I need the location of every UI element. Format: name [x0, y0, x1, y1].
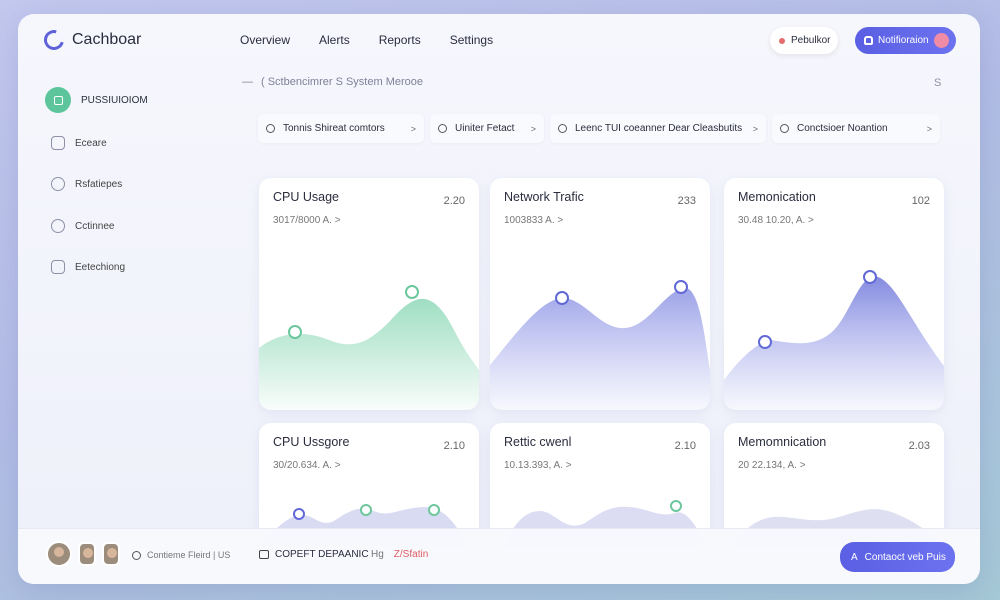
notifications-button-label: Notifioraion [878, 35, 929, 46]
status-button[interactable]: Pebulkor [770, 27, 838, 54]
status-button-label: Pebulkor [791, 35, 831, 46]
metric-card[interactable]: Memomnication 2.03 20 22.134, A. > [724, 423, 944, 543]
dashboard-icon [45, 87, 71, 113]
globe-icon [132, 550, 141, 560]
filter-chip-label: Conctsioer Noantion [797, 123, 888, 134]
document-label: COPEFT DEPAANIC [275, 549, 369, 560]
nav-overview[interactable]: Overview [240, 33, 290, 47]
card-value: 2.03 [908, 440, 930, 452]
card-value: 102 [911, 195, 930, 207]
nav-alerts[interactable]: Alerts [319, 33, 350, 47]
signature-area: Hg Z/Sfatin [371, 549, 428, 560]
card-value: 2.10 [443, 440, 465, 452]
avatar[interactable] [102, 542, 120, 566]
notifications-button[interactable]: Notifioraion [855, 27, 956, 54]
footer-bar: Contieme Fleird | US COPEFT DEPAANIC Hg … [18, 528, 980, 584]
card-subtitle: 1003833 A. > [504, 215, 564, 226]
chevron-right-icon: > [410, 123, 416, 134]
sparkline-chart [490, 280, 710, 410]
filter-icon [558, 124, 567, 133]
filter-icon [780, 124, 789, 133]
spinner-ring-icon [40, 26, 68, 54]
sidebar-item-label: Eceare [75, 137, 107, 149]
team-label: Contieme Fleird | US [147, 550, 231, 560]
app-window: Cachboar Overview Alerts Reports Setting… [18, 14, 980, 584]
contact-button[interactable]: A Contaoct veb Puis [840, 542, 955, 572]
breadcrumb-action[interactable]: S [934, 77, 941, 89]
nav-settings[interactable]: Settings [450, 33, 493, 47]
card-subtitle: 10.13.393, A. > [504, 460, 572, 471]
signature-text: Z/Sfatin [393, 549, 429, 560]
metric-card[interactable]: Rettic cwenl 2.10 10.13.393, A. > [490, 423, 710, 543]
filter-chip[interactable]: Uiniter Fetact > [430, 114, 544, 143]
card-title: Network Trafic [504, 190, 584, 204]
card-title: Rettic cwenl [504, 435, 572, 449]
sidebar-item-dashboard[interactable]: PUSSIUIOIOM [45, 87, 148, 113]
card-value: 2.20 [443, 195, 465, 207]
sidebar-item-eetechiong[interactable]: Eetechiong [45, 260, 125, 274]
signature-prefix: Hg [371, 549, 384, 560]
card-subtitle: 30/20.634. A. > [273, 460, 341, 471]
card-title: CPU Usage [273, 190, 339, 204]
metric-card[interactable]: CPU Usage 2.20 3017/8000 A. > [259, 178, 479, 410]
filter-icon [266, 124, 275, 133]
sidebar-item-cctinnee[interactable]: Cctinnee [45, 219, 114, 233]
card-subtitle: 20 22.134, A. > [738, 460, 806, 471]
document-icon [51, 260, 65, 274]
card-title: Memonication [738, 190, 816, 204]
clipboard-icon [51, 177, 65, 191]
gear-icon [51, 219, 65, 233]
folder-icon [51, 136, 65, 150]
document-link[interactable]: COPEFT DEPAANIC [259, 549, 369, 560]
sidebar-item-label: Rsfatiepes [75, 178, 123, 190]
filter-chip-label: Tonnis Shireat comtors [283, 123, 385, 134]
app-title: Cachboar [72, 31, 142, 48]
top-navigation: Overview Alerts Reports Settings [240, 33, 522, 47]
card-title: CPU Ussgore [273, 435, 350, 449]
nav-reports[interactable]: Reports [379, 33, 421, 47]
sidebar-item-label: PUSSIUIOIOM [81, 94, 148, 106]
breadcrumb-text[interactable]: ( Sctbencimrer S System Merooe [261, 76, 423, 88]
avatar[interactable] [46, 541, 72, 567]
sidebar-item-label: Cctinnee [75, 220, 115, 232]
sidebar-item-rsfatiepes[interactable]: Rsfatiepes [45, 177, 122, 191]
breadcrumb: — ( Sctbencimrer S System Merooe [242, 76, 423, 88]
status-dot-icon [779, 37, 785, 44]
document-icon [259, 550, 269, 559]
sparkline-chart [724, 270, 944, 410]
arrow-up-icon: A [851, 551, 858, 563]
filter-chip-label: Leenc TUI coeanner Dear Cleasbutits [575, 123, 743, 134]
bell-icon [864, 36, 873, 45]
app-logo[interactable]: Cachboar [40, 26, 142, 54]
card-subtitle: 3017/8000 A. > [273, 215, 341, 226]
filter-chip[interactable]: Conctsioer Noantion > [772, 114, 940, 143]
sparkline-chart [259, 285, 479, 410]
card-value: 2.10 [674, 440, 696, 452]
filter-chip[interactable]: Leenc TUI coeanner Dear Cleasbutits > [550, 114, 766, 143]
team-avatars [46, 541, 120, 567]
sidebar-item-label: Eetechiong [75, 261, 126, 273]
metric-card[interactable]: CPU Ussgore 2.10 30/20.634. A. > [259, 423, 479, 543]
filter-chip-label: Uiniter Fetact [455, 123, 515, 134]
filter-chip[interactable]: Tonnis Shireat comtors > [258, 114, 424, 143]
card-subtitle: 30.48 10.20, A. > [738, 215, 814, 226]
filter-icon [438, 124, 447, 133]
sidebar-item-eceare[interactable]: Eceare [45, 136, 107, 150]
card-value: 233 [677, 195, 696, 207]
contact-button-label: Contaoct veb Puis [864, 551, 946, 563]
breadcrumb-dash: — [242, 76, 253, 88]
chevron-right-icon: > [530, 123, 536, 134]
avatar[interactable] [78, 542, 96, 566]
metric-card[interactable]: Network Trafic 233 1003833 A. > [490, 178, 710, 410]
team-info: Contieme Fleird | US [132, 550, 230, 560]
filter-bar: Tonnis Shireat comtors > Uiniter Fetact … [258, 114, 944, 143]
metric-card[interactable]: Memonication 102 30.48 10.20, A. > [724, 178, 944, 410]
user-avatar[interactable] [934, 33, 949, 48]
chevron-right-icon: > [926, 123, 932, 134]
card-title: Memomnication [738, 435, 827, 449]
chevron-right-icon: > [752, 123, 758, 134]
